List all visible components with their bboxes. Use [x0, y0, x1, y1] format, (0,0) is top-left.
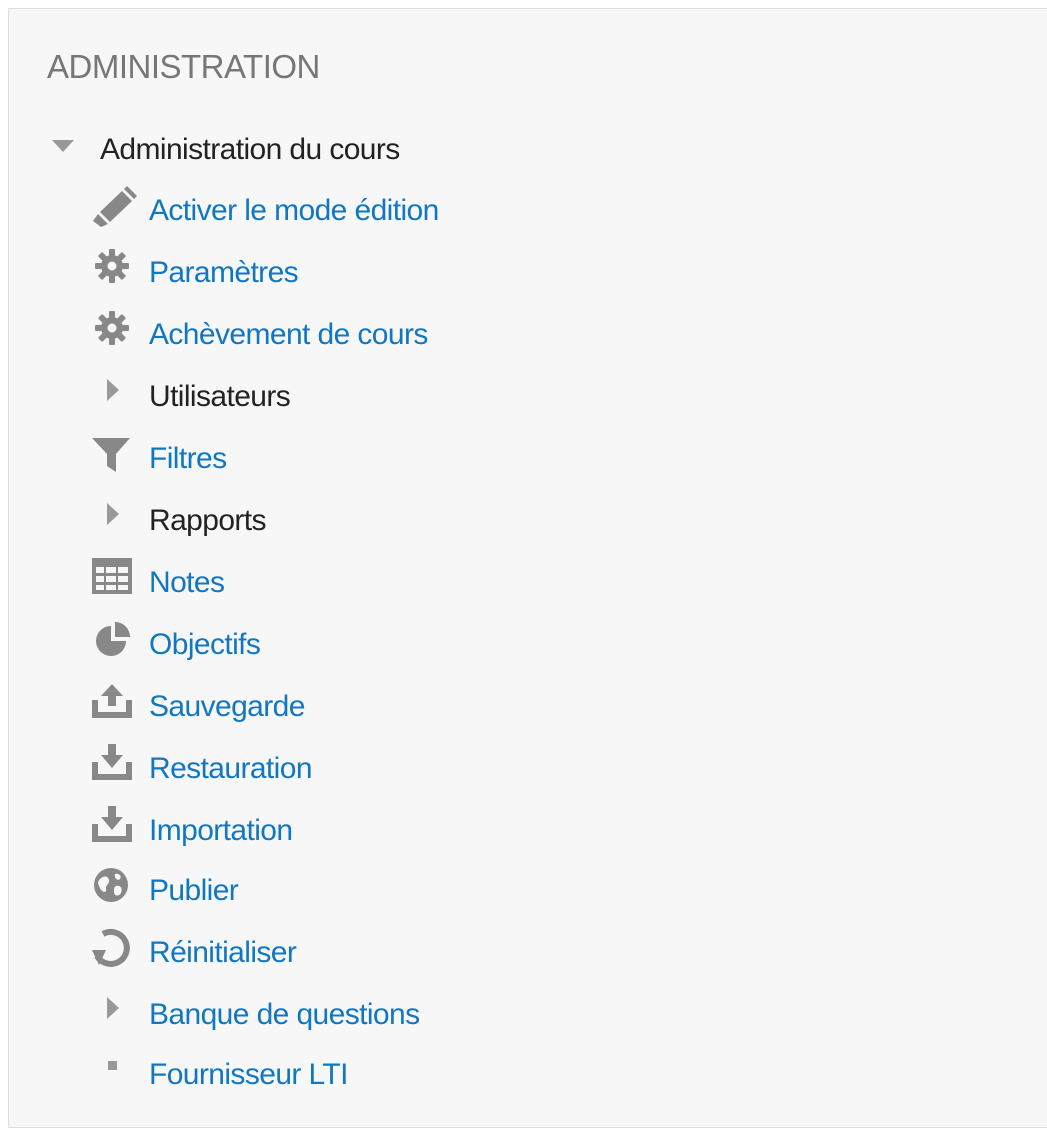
link-question-bank[interactable]: Banque de questions: [149, 990, 420, 1040]
gear-icon: [92, 310, 140, 360]
link-publish[interactable]: Publier: [149, 866, 239, 916]
caret-right-icon[interactable]: [92, 496, 140, 546]
filter-icon: [92, 434, 140, 484]
tree-node-label: Administration du cours: [100, 133, 400, 166]
link-reset[interactable]: Réinitialiser: [149, 928, 297, 978]
link-course-completion[interactable]: Achèvement de cours: [149, 310, 428, 360]
link-outcomes[interactable]: Objectifs: [149, 620, 261, 670]
pencil-icon: [92, 186, 140, 236]
gear-icon: [92, 248, 140, 298]
globe-icon: [92, 866, 140, 916]
download-icon: [92, 744, 140, 794]
bullet-icon: [92, 1050, 140, 1100]
upload-icon: [92, 682, 140, 732]
gradebook-table-icon: [92, 558, 140, 608]
link-import[interactable]: Importation: [149, 806, 293, 856]
link-edit-mode[interactable]: Activer le mode édition: [149, 186, 439, 236]
link-settings[interactable]: Paramètres: [149, 248, 299, 298]
caret-down-icon[interactable]: [50, 125, 98, 175]
download-icon: [92, 806, 140, 856]
pie-chart-icon: [92, 620, 140, 670]
tree-node-label: Utilisateurs: [149, 380, 291, 413]
link-lti-provider[interactable]: Fournisseur LTI: [149, 1050, 348, 1100]
caret-right-icon[interactable]: [92, 990, 140, 1040]
link-filters[interactable]: Filtres: [149, 434, 227, 484]
tree-node-label: Rapports: [149, 504, 267, 537]
refresh-icon: [92, 928, 140, 978]
link-backup[interactable]: Sauvegarde: [149, 682, 305, 732]
caret-right-icon[interactable]: [92, 372, 140, 422]
admin-tree: Administration du cours Activer le mode …: [0, 0, 1047, 1107]
link-restore[interactable]: Restauration: [149, 744, 313, 794]
link-grades[interactable]: Notes: [149, 558, 225, 608]
